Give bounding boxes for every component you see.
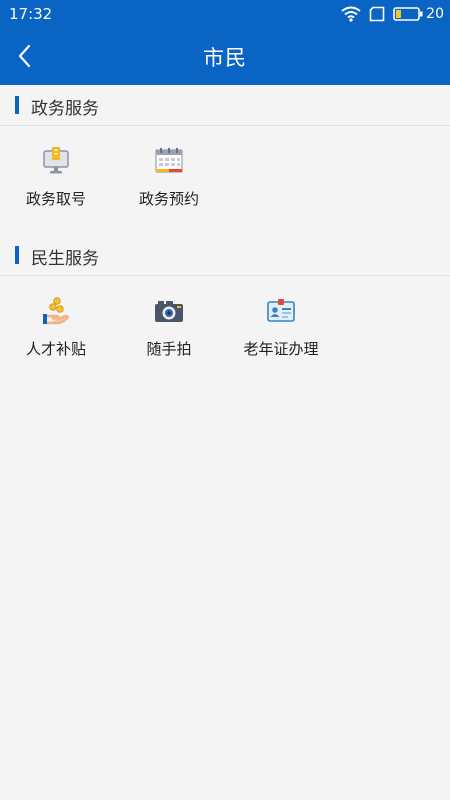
battery-indicator: 20: [393, 6, 444, 22]
section-accent-bar: [15, 246, 19, 264]
camera-icon: [155, 301, 183, 322]
battery-level: 20: [426, 6, 444, 22]
id-card-icon: [267, 299, 295, 322]
page-title: 市民: [203, 46, 247, 70]
section-accent-bar: [15, 96, 19, 114]
battery-icon: [393, 7, 423, 21]
government-services-grid: 政务取号 政务预约: [0, 126, 450, 234]
status-icons: 20: [341, 3, 444, 25]
livelihood-services-grid: 人才补贴 随手拍 老年证办理: [0, 276, 450, 384]
tile-talent-subsidy[interactable]: 人才补贴: [0, 276, 112, 384]
tile-queue-ticket[interactable]: 政务取号: [0, 126, 112, 234]
sim-card-icon: [369, 6, 385, 22]
tile-label: 政务预约: [138, 190, 199, 208]
tile-label: 随手拍: [146, 340, 192, 358]
section-header-government-services: 政务服务: [0, 85, 450, 126]
status-bar: 17:32 20: [0, 0, 450, 28]
wifi-icon: [341, 6, 361, 22]
tile-appointment[interactable]: 政务预约: [113, 126, 225, 234]
tile-snapshot-report[interactable]: 随手拍: [113, 276, 225, 384]
section-header-livelihood-services: 民生服务: [0, 235, 450, 276]
section-title: 政务服务: [31, 99, 99, 119]
coins-hand-icon: [43, 297, 70, 325]
tile-senior-card[interactable]: 老年证办理: [225, 276, 337, 384]
tile-label: 政务取号: [25, 190, 86, 208]
queue-ticket-icon: [43, 147, 69, 174]
app-bar: 市民: [0, 28, 450, 85]
section-title: 民生服务: [31, 249, 99, 269]
status-time: 17:32: [9, 5, 53, 23]
tile-label: 人才补贴: [25, 340, 86, 358]
calendar-icon: [155, 148, 183, 173]
tile-label: 老年证办理: [243, 340, 319, 358]
